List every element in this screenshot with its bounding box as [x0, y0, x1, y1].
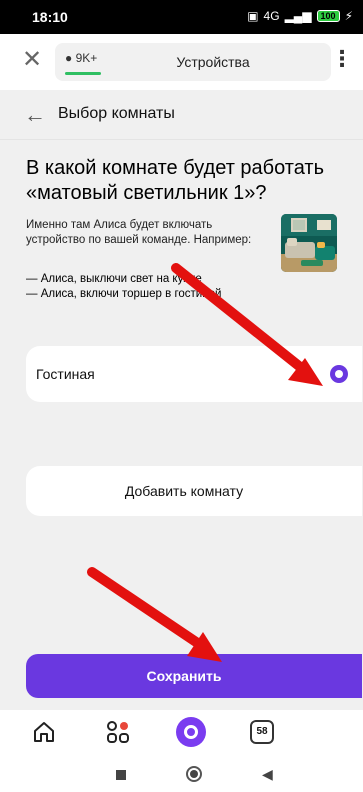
- room-radio-selected[interactable]: [330, 365, 348, 383]
- browser-page-title: Устройства: [176, 54, 250, 70]
- status-bar: 18:10 ▣ 4G ▂▄▆ 100 ⚡: [0, 0, 363, 34]
- close-icon[interactable]: ✕: [22, 48, 42, 72]
- charging-icon: ⚡: [344, 9, 353, 23]
- arrow-left-icon[interactable]: ←: [24, 102, 46, 128]
- command-example: — Алиса, включи торшер в гостиной: [26, 288, 222, 300]
- page-title: Выбор комнаты: [58, 105, 175, 122]
- battery-icon: 100: [316, 10, 340, 22]
- room-option-living-room[interactable]: Гостиная: [26, 346, 362, 402]
- back-triangle-icon[interactable]: ◀: [262, 766, 273, 783]
- radio-dot: [335, 370, 343, 378]
- room-question-heading: В какой комнате будет работать «матовый …: [26, 157, 325, 204]
- services-grid-icon[interactable]: [106, 720, 130, 749]
- tabs-icon[interactable]: 58: [250, 720, 274, 744]
- system-navigation: ◀: [0, 756, 363, 792]
- recent-apps-icon[interactable]: [116, 770, 126, 780]
- more-vertical-icon[interactable]: ⋮: [331, 48, 353, 70]
- living-room-image: [281, 214, 337, 272]
- chip-underline: [65, 72, 101, 75]
- command-examples: — Алиса, выключи свет на кухне — Алиса, …: [26, 272, 266, 302]
- home-icon[interactable]: [32, 720, 56, 749]
- home-button-icon[interactable]: [186, 766, 202, 782]
- alice-icon[interactable]: [176, 717, 206, 747]
- status-icons: ▣ 4G ▂▄▆ 100 ⚡: [247, 9, 353, 23]
- status-time: 18:10: [32, 9, 68, 25]
- save-button[interactable]: Сохранить: [26, 654, 362, 698]
- network-label: 4G: [263, 9, 280, 23]
- add-room-button[interactable]: Добавить комнату: [26, 466, 362, 516]
- room-option-label: Гостиная: [36, 366, 95, 382]
- signal-icon: ▂▄▆: [284, 9, 312, 23]
- browser-topbar: ✕ ● 9K+ Устройства ⋮: [0, 34, 363, 90]
- sim-icon: ▣: [247, 9, 259, 23]
- browser-url-bar[interactable]: ● 9K+ Устройства: [55, 43, 331, 81]
- room-description: Именно там Алиса будет включать устройст…: [26, 219, 252, 246]
- bottom-navigation: 58: [0, 712, 363, 756]
- page-header: ← Выбор комнаты: [0, 90, 363, 140]
- command-example: — Алиса, выключи свет на кухне: [26, 273, 202, 285]
